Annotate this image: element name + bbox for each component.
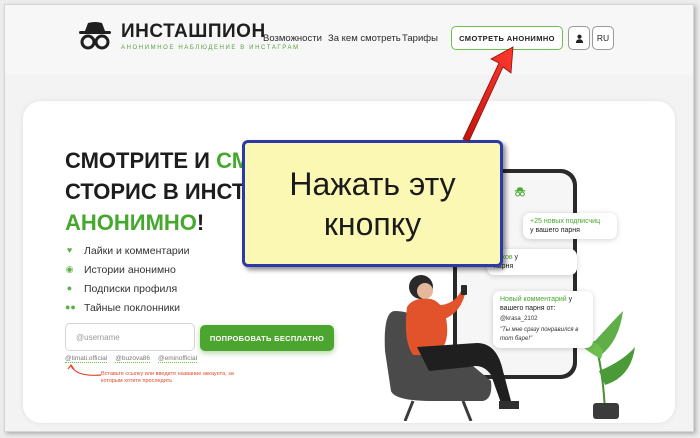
- example-account[interactable]: @eminofficial: [158, 355, 198, 363]
- user-icon: ●: [66, 283, 73, 293]
- example-account[interactable]: @buzova86: [115, 355, 151, 363]
- notification-text: парня: [494, 263, 514, 270]
- user-icon: [575, 34, 583, 43]
- hero-title-line3: АНОНИМНО: [65, 210, 197, 235]
- site-header: ИНСТАШПИОН АНОНИМНОЕ НАБЛЮДЕНИЕ В ИНСТАГ…: [5, 5, 693, 75]
- input-hint: Вставьте ссылку или введите название акк…: [101, 371, 234, 384]
- feature-item: ●● Тайные поклонники: [65, 298, 189, 317]
- red-arrow-icon: [462, 46, 514, 142]
- feature-label: Лайки и комментарии: [84, 244, 190, 257]
- feature-list: ♥ Лайки и комментарии ◉ Истории анонимно ●…: [65, 241, 189, 317]
- users-icon: ●●: [65, 302, 76, 312]
- feature-item: ◉ Истории анонимно: [65, 260, 189, 279]
- callout-line1: Нажать эту: [289, 165, 456, 202]
- hero-title: СМОТРИТЕ И СМ СТОРИС В ИНСТ АНОНИМНО!: [65, 145, 250, 238]
- notification-text: у: [512, 254, 519, 261]
- nav-who-to-watch[interactable]: За кем смотреть: [328, 33, 401, 44]
- nav-pricing[interactable]: Тарифы: [402, 33, 438, 44]
- feature-label: Истории анонимно: [84, 263, 176, 276]
- notification-comment: Новый комментарий у вашего парня от: @kr…: [493, 291, 593, 348]
- eye-icon: ◉: [65, 264, 74, 274]
- notification-text: у вашего парня: [530, 227, 580, 234]
- spy-icon: [514, 187, 526, 197]
- feature-item: ● Подписки профиля: [65, 279, 189, 298]
- curved-arrow-icon: [67, 364, 102, 376]
- hero-title-exclaim: !: [196, 210, 205, 235]
- example-account[interactable]: @timati.official: [65, 355, 108, 363]
- notification-title: Новый комментарий: [500, 296, 567, 303]
- nav-features[interactable]: Возможности: [263, 33, 322, 44]
- language-button[interactable]: RU: [592, 26, 614, 50]
- feature-label: Подписки профиля: [84, 282, 178, 295]
- notification-title: +25 новых подписчиц: [530, 218, 601, 225]
- logo-subtitle: АНОНИМНОЕ НАБЛЮДЕНИЕ В ИНСТАГРАМ: [121, 45, 300, 51]
- example-accounts: @timati.official @buzova86 @eminofficial: [65, 355, 198, 363]
- instruction-callout: Нажать эту кнопку: [242, 140, 503, 267]
- feature-label: Тайные поклонники: [84, 301, 180, 314]
- browser-frame: ИНСТАШПИОН АНОНИМНОЕ НАБЛЮДЕНИЕ В ИНСТАГ…: [4, 4, 694, 432]
- notification-quote: "Ты мне сразу понравился в тот баре!": [500, 327, 579, 342]
- heart-icon: ♥: [66, 245, 73, 255]
- account-button[interactable]: [568, 26, 590, 50]
- notification-new-followers: +25 новых подписчиц у вашего парня: [523, 213, 617, 239]
- hero-title-line2: СТОРИС В ИНСТ: [65, 179, 246, 204]
- username-input[interactable]: @username: [65, 323, 195, 351]
- callout-line2: кнопку: [323, 205, 422, 242]
- spy-icon: [79, 22, 111, 50]
- try-free-button[interactable]: ПОПРОБОВАТЬ БЕСПЛАТНО: [200, 325, 334, 351]
- notification-user: @krasa_2102: [500, 316, 538, 322]
- hero-title-line1: СМОТРИТЕ И: [65, 148, 217, 173]
- feature-item: ♥ Лайки и комментарии: [65, 241, 190, 260]
